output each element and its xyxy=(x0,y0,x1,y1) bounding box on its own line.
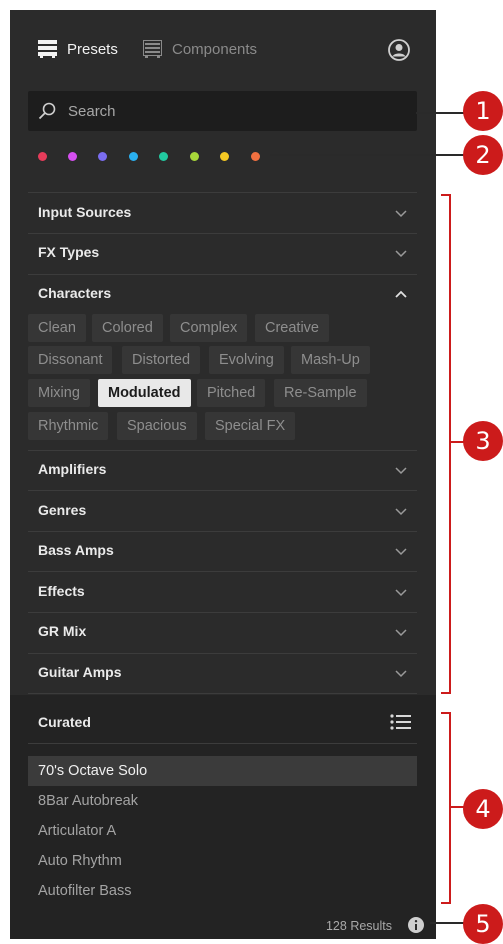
search-icon xyxy=(38,102,56,120)
preset-item[interactable]: 8Bar Autobreak xyxy=(28,786,417,816)
preset-item[interactable]: 70's Octave Solo xyxy=(28,756,417,786)
tag-dissonant[interactable]: Dissonant xyxy=(28,346,113,374)
divider xyxy=(28,743,417,744)
filter-fx-types[interactable]: FX Types xyxy=(28,233,417,273)
color-filter-red[interactable] xyxy=(38,152,47,161)
info-icon[interactable] xyxy=(408,917,424,933)
tag-evolving[interactable]: Evolving xyxy=(209,346,284,374)
preset-item[interactable]: Autofilter Bass xyxy=(28,876,417,906)
chevron-down-icon xyxy=(395,548,407,556)
preset-list-header: Curated xyxy=(38,714,91,730)
filter-label: Genres xyxy=(38,502,87,518)
preset-item[interactable]: Auto Rhythm xyxy=(28,846,417,876)
tag-clean[interactable]: Clean xyxy=(28,314,86,342)
callout-badge-3: 3 xyxy=(463,421,503,461)
divider xyxy=(28,693,417,694)
tab-presets-label: Presets xyxy=(67,40,118,58)
filter-input-sources[interactable]: Input Sources xyxy=(28,193,417,233)
chevron-up-icon xyxy=(395,290,407,298)
tab-presets[interactable]: Presets xyxy=(38,40,118,58)
tab-components-label: Components xyxy=(172,40,258,58)
results-count: 128 Results xyxy=(325,919,392,933)
filter-label: Guitar Amps xyxy=(38,664,122,680)
chevron-down-icon xyxy=(395,508,407,516)
tag-re-sample[interactable]: Re-Sample xyxy=(274,379,367,407)
filter-label: Amplifiers xyxy=(38,461,107,477)
tag-modulated[interactable]: Modulated xyxy=(98,379,191,407)
filter-label: FX Types xyxy=(38,244,100,260)
presets-icon xyxy=(38,40,57,58)
callout-bracket-4 xyxy=(441,712,451,904)
filter-label: GR Mix xyxy=(38,623,87,639)
filter-label: Characters xyxy=(38,285,112,301)
search-input[interactable] xyxy=(68,91,398,131)
components-icon xyxy=(143,40,162,58)
tag-special-fx[interactable]: Special FX xyxy=(205,412,296,440)
filter-genres[interactable]: Genres xyxy=(28,491,417,531)
filter-label: Input Sources xyxy=(38,204,132,220)
color-filter-teal[interactable] xyxy=(159,152,168,161)
callout-badge-1: 1 xyxy=(463,91,503,131)
color-filter-magenta[interactable] xyxy=(68,152,77,161)
color-filter-purple[interactable] xyxy=(98,152,107,161)
filter-guitar-amps[interactable]: Guitar Amps xyxy=(28,653,417,693)
tag-mash-up[interactable]: Mash-Up xyxy=(291,346,370,374)
filter-amplifiers[interactable]: Amplifiers xyxy=(28,450,417,490)
filter-label: Bass Amps xyxy=(38,542,114,558)
tag-pitched[interactable]: Pitched xyxy=(197,379,266,407)
search-bar[interactable] xyxy=(28,91,417,131)
color-filter-yellow[interactable] xyxy=(220,152,229,161)
callout-leader xyxy=(416,112,466,114)
callout-leader xyxy=(270,154,466,156)
tag-complex[interactable]: Complex xyxy=(170,314,248,342)
chevron-down-icon xyxy=(395,467,407,475)
filter-label: Effects xyxy=(38,583,85,599)
color-filter-orange[interactable] xyxy=(251,152,260,161)
tag-mixing[interactable]: Mixing xyxy=(28,379,90,407)
filter-bass-amps[interactable]: Bass Amps xyxy=(28,531,417,571)
preset-item[interactable]: Articulator A xyxy=(28,816,417,846)
filter-gr-mix[interactable]: GR Mix xyxy=(28,612,417,652)
user-account-icon[interactable] xyxy=(388,39,410,61)
callout-badge-2: 2 xyxy=(463,135,503,175)
chevron-down-icon xyxy=(395,250,407,258)
tag-creative[interactable]: Creative xyxy=(255,314,329,342)
color-filter-blue[interactable] xyxy=(129,152,138,161)
tag-distorted[interactable]: Distorted xyxy=(122,346,201,374)
chevron-down-icon xyxy=(395,670,407,678)
tag-rhythmic[interactable]: Rhythmic xyxy=(28,412,109,440)
tag-spacious[interactable]: Spacious xyxy=(117,412,197,440)
color-filter-lime[interactable] xyxy=(190,152,199,161)
filter-effects[interactable]: Effects xyxy=(28,572,417,612)
tag-colored[interactable]: Colored xyxy=(92,314,163,342)
chevron-down-icon xyxy=(395,589,407,597)
callout-badge-5: 5 xyxy=(463,904,503,944)
chevron-down-icon xyxy=(395,210,407,218)
browser-panel: Presets Components Search Input Sources … xyxy=(10,10,436,939)
tab-components[interactable]: Components xyxy=(143,40,257,58)
callout-bracket-3 xyxy=(441,194,451,694)
list-view-icon[interactable] xyxy=(390,714,412,730)
chevron-down-icon xyxy=(395,629,407,637)
callout-badge-4: 4 xyxy=(463,789,503,829)
callout-leader xyxy=(430,922,466,924)
filter-characters[interactable]: Characters xyxy=(28,274,417,314)
